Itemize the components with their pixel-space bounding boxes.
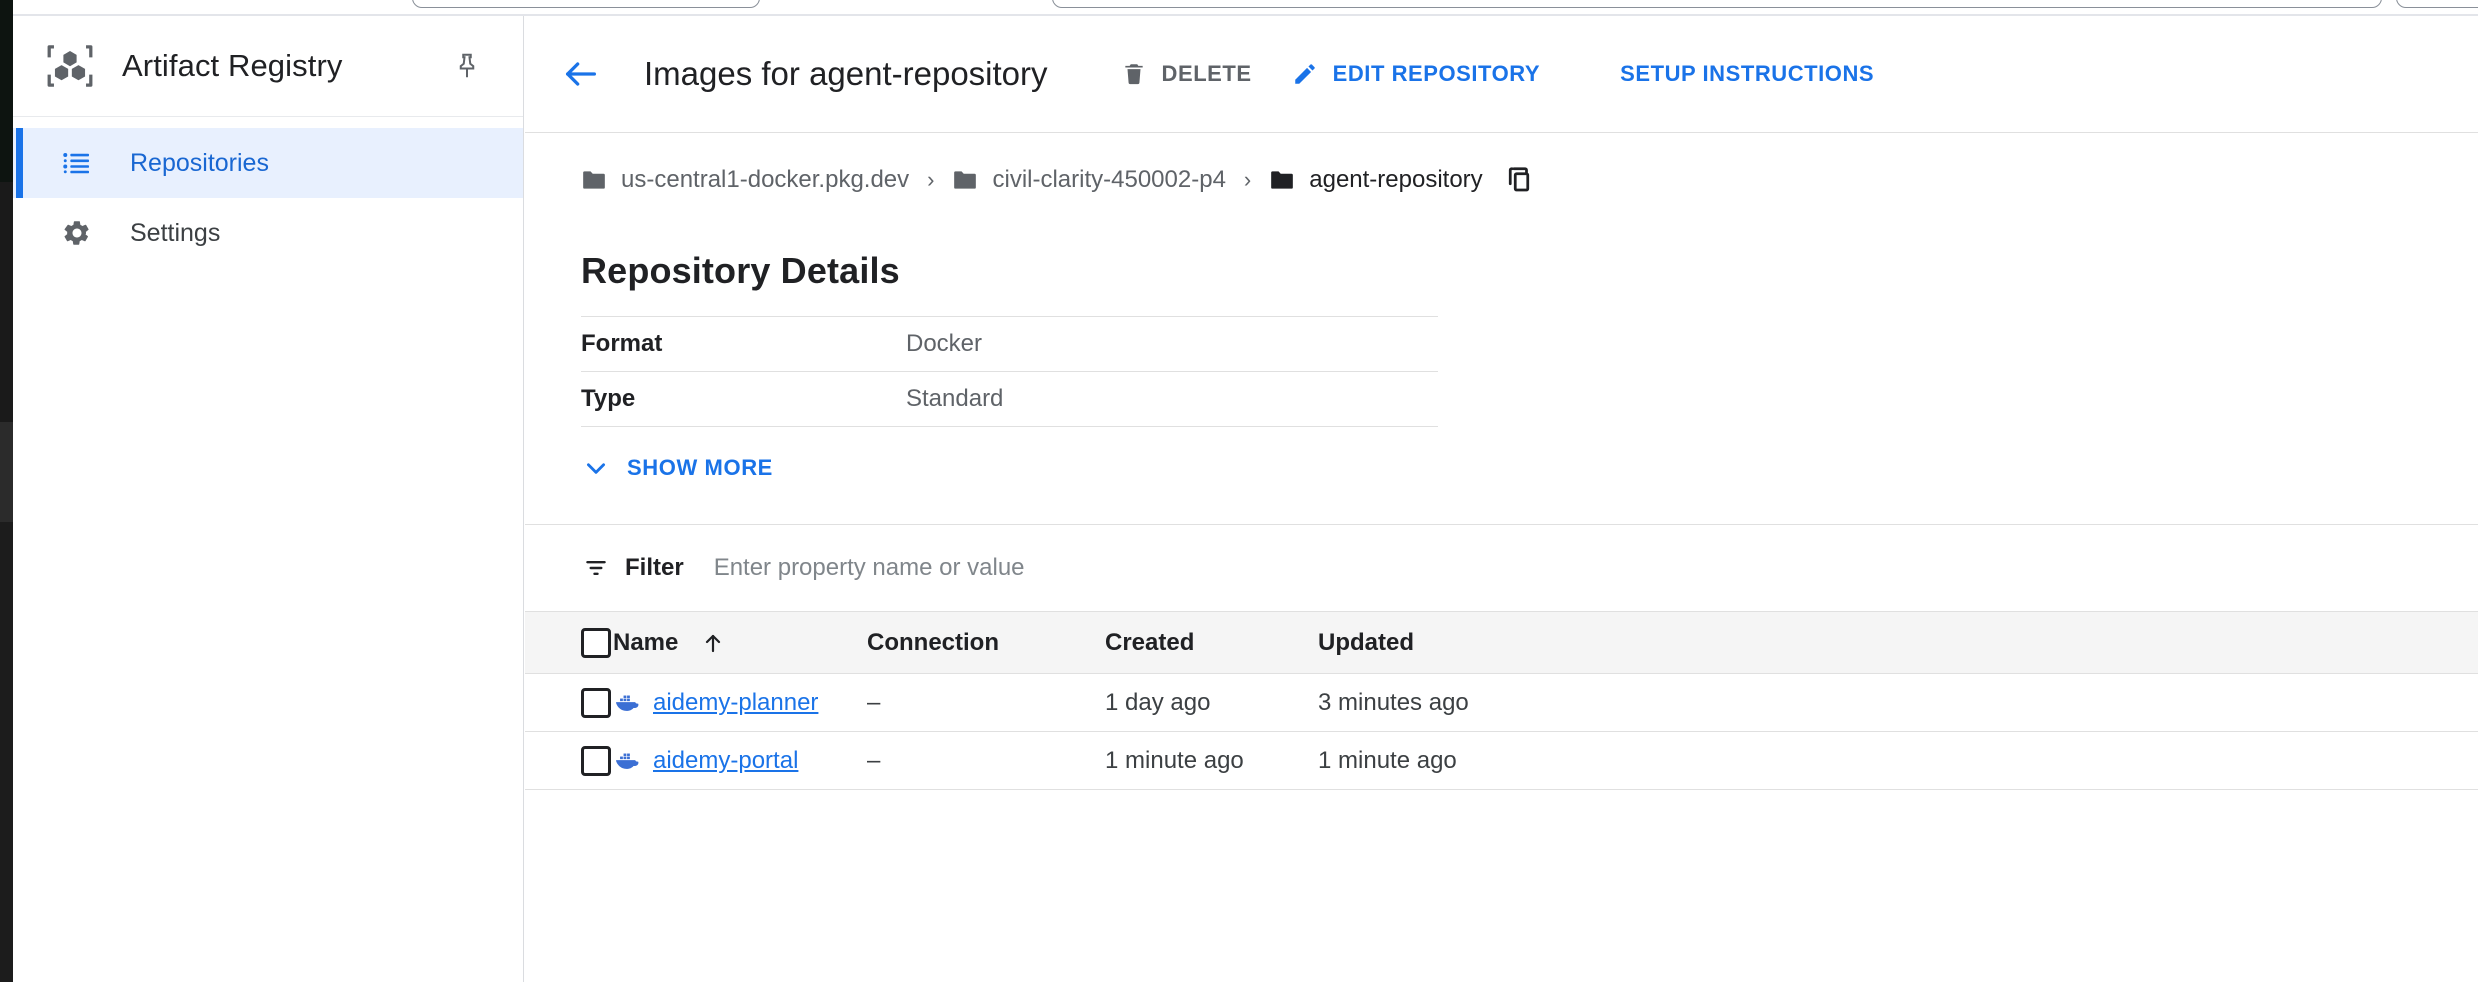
table-row[interactable]: aidemy-portal – 1 minute ago 1 minute ag… [525, 732, 2478, 790]
folder-icon [952, 169, 978, 191]
row-updated-cell: 3 minutes ago [1318, 674, 2478, 732]
delete-button-label: DELETE [1162, 61, 1252, 87]
docker-icon [613, 746, 643, 776]
delete-button[interactable]: DELETE [1100, 44, 1271, 104]
folder-icon-dark [1269, 169, 1295, 191]
filter-input[interactable] [714, 548, 1514, 588]
table-header-row: Name Connection Created [525, 612, 2478, 674]
details-row-type: Type Standard [581, 372, 1438, 427]
browser-chrome-remnant [0, 0, 2478, 16]
breadcrumb-separator: › [927, 169, 934, 191]
chevron-down-icon [581, 453, 611, 483]
sidebar-item-repositories[interactable]: Repositories [13, 128, 523, 198]
row-checkbox[interactable] [581, 688, 611, 718]
row-updated-cell: 1 minute ago [1318, 732, 2478, 790]
browser-omnibox-edge [1052, 0, 2382, 8]
page-title: Images for agent-repository [644, 55, 1048, 93]
product-title: Artifact Registry [122, 48, 342, 84]
arrow-upward-icon[interactable] [701, 631, 725, 655]
sidebar-item-label: Repositories [130, 149, 269, 178]
filter-label: Filter [625, 554, 684, 582]
breadcrumb-item-registry[interactable]: us-central1-docker.pkg.dev [581, 166, 909, 194]
window-edge-segment [0, 522, 13, 982]
details-row-format: Format Docker [581, 317, 1438, 372]
details-value: Standard [906, 372, 1438, 427]
select-all-checkbox[interactable] [581, 628, 611, 658]
images-table: Name Connection Created [525, 611, 2478, 790]
page-toolbar: Images for agent-repository DELETE [525, 16, 2478, 133]
edit-repository-label: EDIT REPOSITORY [1333, 61, 1541, 87]
folder-icon [581, 169, 607, 191]
column-header-label: Updated [1318, 629, 1414, 656]
sidebar-nav: Repositories Settings [13, 117, 523, 268]
row-select-cell [525, 732, 613, 790]
column-header-updated[interactable]: Updated [1318, 612, 2478, 674]
details-key: Type [581, 372, 906, 427]
breadcrumb-label: agent-repository [1309, 166, 1482, 194]
gear-icon [60, 216, 94, 250]
setup-instructions-button[interactable]: SETUP INSTRUCTIONS [1601, 44, 1893, 104]
sidebar: Artifact Registry Repositori [13, 16, 524, 982]
sidebar-item-settings[interactable]: Settings [13, 198, 523, 268]
main-content: Images for agent-repository DELETE [525, 16, 2478, 982]
breadcrumb-item-repository: agent-repository [1269, 166, 1482, 194]
details-key: Format [581, 317, 906, 372]
show-more-label: SHOW MORE [627, 455, 773, 481]
breadcrumb: us-central1-docker.pkg.dev › civil-clari… [525, 133, 2478, 226]
show-more-button[interactable]: SHOW MORE [581, 453, 773, 483]
table-row[interactable]: aidemy-planner – 1 day ago 3 minutes ago [525, 674, 2478, 732]
row-select-cell [525, 674, 613, 732]
repository-details-section: Repository Details Format Docker Type St… [525, 250, 2478, 486]
sidebar-header: Artifact Registry [13, 16, 523, 117]
column-header-label: Connection [867, 629, 999, 656]
row-connection-cell: – [867, 732, 1105, 790]
browser-toolbar-edge [2396, 0, 2478, 8]
list-icon [60, 146, 94, 180]
arrow-back-icon[interactable] [557, 50, 605, 98]
row-name-cell: aidemy-planner [613, 674, 867, 732]
breadcrumb-label: civil-clarity-450002-p4 [992, 166, 1225, 194]
window-edge-segment [0, 0, 13, 182]
window-left-edge [0, 0, 13, 982]
breadcrumb-label: us-central1-docker.pkg.dev [621, 166, 909, 194]
toolbar-actions: DELETE EDIT REPOSITORY SETUP INSTRUCTION… [1100, 44, 1894, 104]
details-heading: Repository Details [581, 250, 2478, 292]
trash-icon [1119, 59, 1149, 89]
window-edge-segment [0, 182, 13, 422]
column-header-label: Name [613, 629, 678, 656]
column-header-created[interactable]: Created [1105, 612, 1318, 674]
image-name-link[interactable]: aidemy-planner [653, 689, 818, 717]
breadcrumb-separator: › [1244, 169, 1251, 191]
edit-repository-button[interactable]: EDIT REPOSITORY [1271, 44, 1560, 104]
details-value: Docker [906, 317, 1438, 372]
window-edge-segment [0, 422, 13, 522]
artifact-registry-app: Artifact Registry Repositori [13, 16, 2478, 982]
row-created-cell: 1 day ago [1105, 674, 1318, 732]
image-name-link[interactable]: aidemy-portal [653, 747, 798, 775]
sidebar-item-label: Settings [130, 219, 220, 248]
column-header-connection[interactable]: Connection [867, 612, 1105, 674]
column-header-name[interactable]: Name [613, 612, 867, 674]
details-table: Format Docker Type Standard [581, 316, 1438, 427]
pin-icon[interactable] [447, 46, 487, 86]
filter-list-icon[interactable] [581, 553, 611, 583]
row-connection-cell: – [867, 674, 1105, 732]
setup-instructions-label: SETUP INSTRUCTIONS [1620, 61, 1874, 87]
breadcrumb-item-project[interactable]: civil-clarity-450002-p4 [952, 166, 1225, 194]
row-checkbox[interactable] [581, 746, 611, 776]
row-created-cell: 1 minute ago [1105, 732, 1318, 790]
filter-bar: Filter [525, 525, 2478, 611]
row-name-cell: aidemy-portal [613, 732, 867, 790]
browser-tab-edge [412, 0, 760, 8]
pencil-icon [1290, 59, 1320, 89]
column-header-label: Created [1105, 629, 1194, 656]
docker-icon [613, 688, 643, 718]
select-all-header [525, 612, 613, 674]
artifact-registry-icon [42, 38, 98, 94]
content-copy-icon[interactable] [1501, 162, 1537, 198]
